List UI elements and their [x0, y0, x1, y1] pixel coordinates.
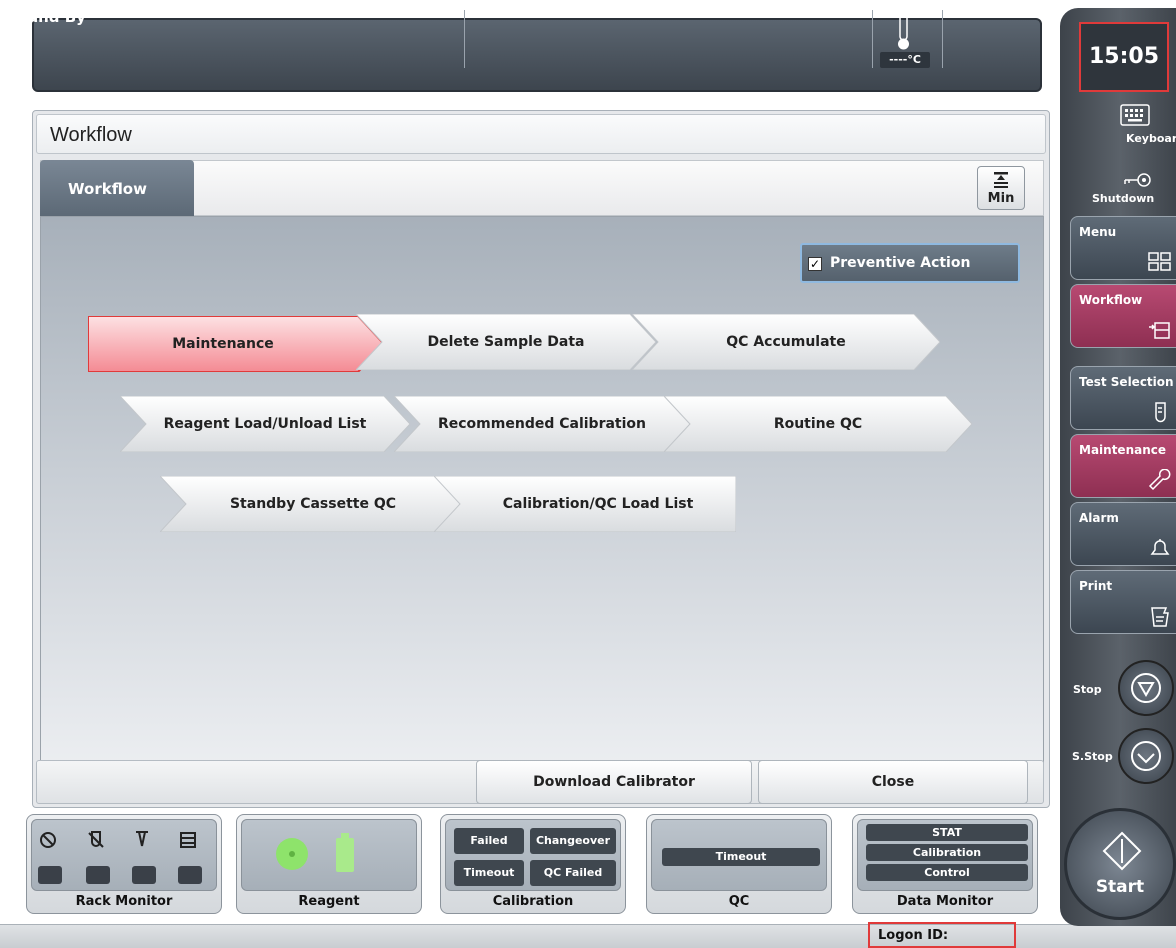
qc-panel[interactable]: Timeout QC [646, 814, 832, 914]
sidebar-item-maintenance[interactable]: Maintenance [1070, 434, 1176, 498]
calibration-display: Failed Changeover Timeout QC Failed [445, 819, 621, 891]
workflow-step-label: QC Accumulate [726, 334, 846, 350]
preventive-action-label: Preventive Action [830, 255, 971, 271]
qc-display: Timeout [651, 819, 827, 891]
calibration-label: Calibration [492, 894, 574, 909]
shutdown-label[interactable]: Shutdown [1092, 192, 1154, 205]
rack-slot-indicator [132, 866, 156, 884]
preventive-action-toggle[interactable]: ✓ Preventive Action [800, 243, 1020, 283]
keyboard-icon[interactable] [1120, 104, 1150, 126]
workflow-step[interactable]: Reagent Load/Unload List [120, 396, 410, 452]
workflow-step[interactable]: Routine QC [664, 396, 972, 452]
sidebar-item-label: Maintenance [1079, 443, 1167, 457]
data-monitor-display: STAT Calibration Control [857, 819, 1033, 891]
sstop-icon [1131, 741, 1161, 771]
data-monitor-label: Data Monitor [896, 894, 994, 909]
control-badge: Control [866, 864, 1028, 881]
workflow-step[interactable]: Recommended Calibration [394, 396, 690, 452]
prohibited-icon [40, 832, 56, 848]
sidebar-item-label: Menu [1079, 225, 1117, 239]
minimize-button[interactable]: Min [977, 166, 1025, 210]
workflow-step-label: Routine QC [773, 416, 863, 432]
status-divider [942, 10, 943, 68]
calibration-qc-failed-badge: QC Failed [530, 860, 616, 886]
bell-icon [1150, 539, 1170, 555]
sstop-label[interactable]: S.Stop [1072, 750, 1113, 763]
status-text: Stand By [10, 8, 86, 26]
grid-icon [1148, 252, 1171, 271]
window-title-bar [36, 114, 1046, 154]
rack-icon [180, 832, 196, 848]
calibration-badge: Calibration [866, 844, 1028, 861]
calibration-changeover-badge: Changeover [530, 828, 616, 854]
rack-monitor-panel[interactable]: Rack Monitor [26, 814, 222, 914]
sidebar-item-test-selection[interactable]: Test Selection [1070, 366, 1176, 430]
reagent-display [241, 819, 417, 891]
workflow-step-label: Reagent Load/Unload List [163, 416, 367, 432]
workflow-step-label: Maintenance [172, 336, 274, 352]
tube-off-icon [88, 831, 104, 848]
minimize-icon [994, 172, 1008, 188]
stat-badge: STAT [866, 824, 1028, 841]
key-icon[interactable] [1122, 170, 1154, 190]
sidebar-item-label: Alarm [1079, 511, 1119, 525]
sidebar-item-label: Print [1079, 579, 1113, 593]
logon-id: Logon ID: [868, 922, 1016, 948]
rack-slot-indicator [38, 866, 62, 884]
workflow-step[interactable]: Maintenance [88, 316, 384, 372]
stop-button[interactable] [1118, 660, 1174, 716]
sidebar-item-label: Test Selection [1079, 375, 1174, 389]
rack-slot-indicator [178, 866, 202, 884]
stop-icon [1131, 673, 1161, 703]
start-label: Start [1095, 877, 1145, 897]
calibration-panel[interactable]: Failed Changeover Timeout QC Failed Cali… [440, 814, 626, 914]
reagent-bottle-icon [336, 833, 354, 872]
sidebar-item-menu[interactable]: Menu [1070, 216, 1176, 280]
test-tube-icon [1155, 402, 1166, 423]
status-divider [464, 10, 465, 68]
checkbox-icon[interactable]: ✓ [808, 257, 822, 271]
reagent-panel[interactable]: Reagent [236, 814, 422, 914]
workflow-step-label: Recommended Calibration [437, 416, 646, 432]
stop-label[interactable]: Stop [1073, 683, 1102, 696]
start-icon [1102, 831, 1142, 871]
temperature-readout: ----°C [880, 52, 930, 68]
minimize-label: Min [987, 191, 1015, 206]
workflow-step[interactable]: QC Accumulate [632, 314, 940, 370]
window-title: Workflow [50, 124, 132, 146]
reagent-disc-icon [276, 838, 308, 870]
workflow-step[interactable]: Delete Sample Data [356, 314, 656, 370]
workflow-step-label: Standby Cassette QC [229, 496, 397, 512]
workflow-step-label: Delete Sample Data [427, 334, 585, 350]
calibration-failed-badge: Failed [454, 828, 524, 854]
sidebar-item-label: Workflow [1079, 293, 1143, 307]
calibration-timeout-badge: Timeout [454, 860, 524, 886]
tab-workflow[interactable]: Workflow [40, 160, 194, 216]
workflow-icon [1149, 322, 1170, 339]
reagent-label: Reagent [298, 894, 360, 909]
tube-tilt-icon [136, 831, 148, 847]
sidebar-item-print[interactable]: Print [1070, 570, 1176, 634]
workflow-step[interactable]: Calibration/QC Load List [434, 476, 736, 532]
qc-timeout-badge: Timeout [662, 848, 820, 866]
download-calibrator-button[interactable]: Download Calibrator [476, 760, 752, 804]
clock: 15:05 [1079, 22, 1169, 92]
sidebar-item-workflow[interactable]: Workflow [1070, 284, 1176, 348]
data-monitor-panel[interactable]: STAT Calibration Control Data Monitor [852, 814, 1038, 914]
keyboard-label[interactable]: Keyboard [1126, 132, 1176, 145]
wrench-icon [1148, 469, 1171, 491]
sidebar-item-alarm[interactable]: Alarm [1070, 502, 1176, 566]
rack-monitor-label: Rack Monitor [75, 894, 173, 909]
sstop-button[interactable] [1118, 728, 1174, 784]
workflow-step-label: Calibration/QC Load List [502, 496, 694, 512]
rack-slot-indicator [86, 866, 110, 884]
workflow-step[interactable]: Standby Cassette QC [160, 476, 466, 532]
start-button[interactable]: Start [1064, 808, 1176, 920]
rack-monitor-display [31, 819, 217, 891]
print-icon [1151, 607, 1169, 627]
qc-label: QC [728, 894, 750, 909]
close-button[interactable]: Close [758, 760, 1028, 804]
